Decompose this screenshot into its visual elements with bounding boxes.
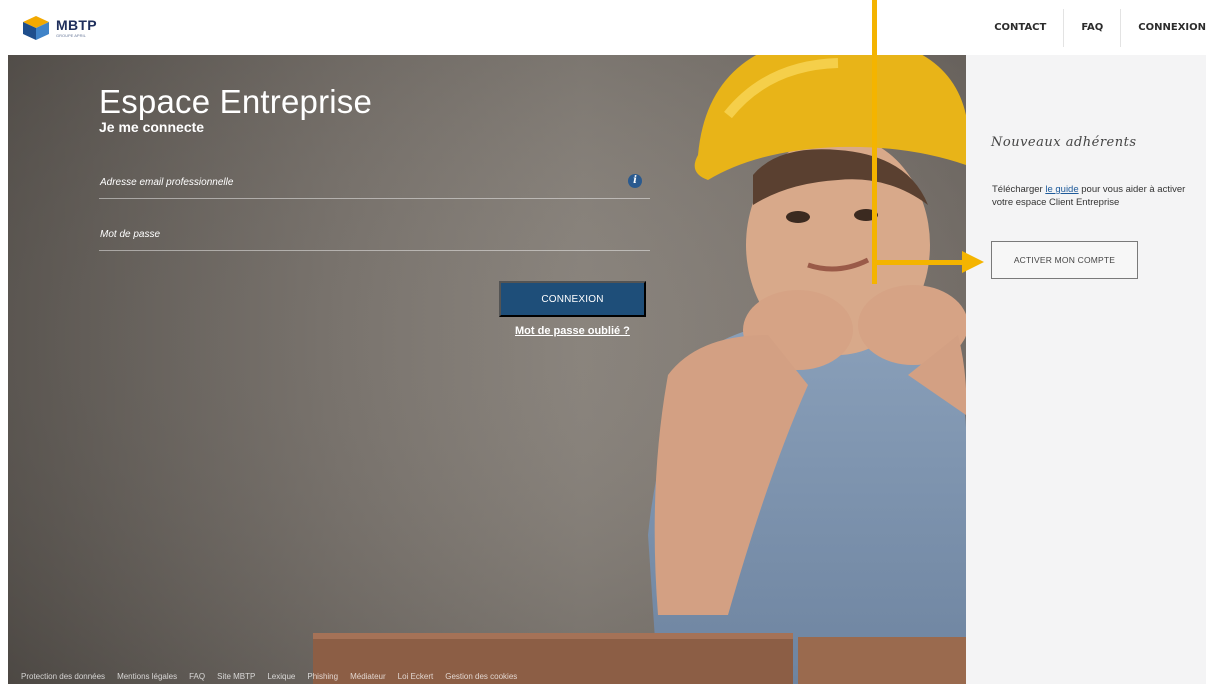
info-icon[interactable]: i [628, 174, 642, 188]
cube-logo-icon [23, 16, 49, 40]
password-field[interactable]: Mot de passe [99, 225, 650, 251]
forgot-password-link[interactable]: Mot de passe oublié ? [515, 325, 630, 337]
nav-faq[interactable]: FAQ [1063, 8, 1120, 47]
guide-link[interactable]: le guide [1045, 184, 1078, 195]
password-label: Mot de passe [100, 229, 161, 240]
footer-link-site[interactable]: Site MBTP [217, 672, 255, 681]
page-subtitle: Je me connecte [99, 119, 205, 135]
new-members-panel: Nouveaux adhérents Télécharger le guide … [966, 55, 1206, 684]
hero-login-area: Espace Entreprise Je me connecte Adresse… [8, 55, 966, 684]
logo-subtitle: GROUPE APRIL [56, 32, 86, 38]
footer-link-cookies[interactable]: Gestion des cookies [445, 672, 517, 681]
arrow-right-icon [962, 251, 984, 273]
footer-link-loi-eckert[interactable]: Loi Eckert [398, 672, 434, 681]
footer-link-mentions[interactable]: Mentions légales [117, 672, 177, 681]
activate-account-button[interactable]: ACTIVER MON COMPTE [991, 241, 1138, 279]
logo-name: MBTP [56, 16, 97, 33]
panel-text: Télécharger le guide pour vous aider à a… [992, 184, 1186, 208]
footer-links: Protection des données Mentions légales … [21, 672, 517, 681]
footer-link-phishing[interactable]: Phishing [307, 672, 338, 681]
footer-link-protection[interactable]: Protection des données [21, 672, 105, 681]
annotation-arrow-vertical [872, 0, 877, 284]
email-field[interactable]: Adresse email professionnelle i [99, 173, 650, 199]
top-header: MBTP GROUPE APRIL CONTACT FAQ CONNEXION [0, 0, 1206, 55]
annotation-arrow-horizontal [872, 260, 964, 265]
panel-title: Nouveaux adhérents [991, 135, 1137, 150]
main-nav: CONTACT FAQ CONNEXION [977, 0, 1206, 55]
mbtp-logo[interactable]: MBTP GROUPE APRIL [22, 15, 97, 41]
connexion-button[interactable]: CONNEXION [499, 281, 646, 317]
page-title: Espace Entreprise [99, 83, 373, 120]
footer-link-lexique[interactable]: Lexique [267, 672, 295, 681]
nav-contact[interactable]: CONTACT [977, 9, 1063, 47]
hero-background-photo [8, 55, 966, 684]
footer-link-faq[interactable]: FAQ [189, 672, 205, 681]
footer-link-mediateur[interactable]: Médiateur [350, 672, 386, 681]
nav-connexion[interactable]: CONNEXION [1120, 8, 1206, 47]
email-label: Adresse email professionnelle [100, 177, 234, 188]
